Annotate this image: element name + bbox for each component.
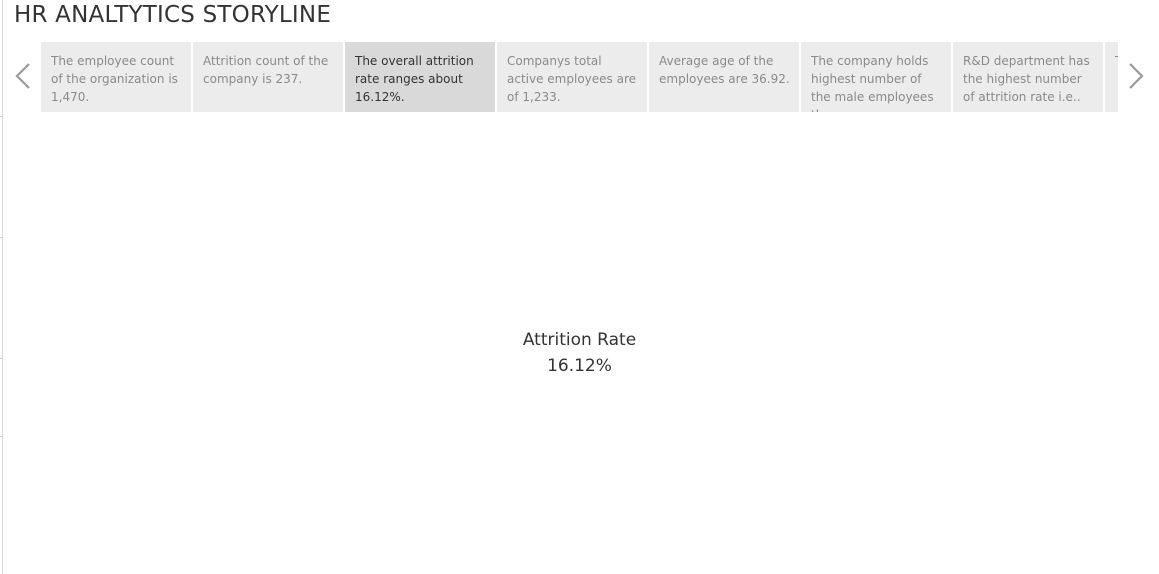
- left-edge-tick: [0, 116, 3, 117]
- story-point-2[interactable]: Attrition count of the company is 237.: [193, 42, 343, 112]
- story-navigator: The employee count of the organization i…: [41, 42, 1118, 112]
- story-point-6[interactable]: The company holds highest number of the …: [801, 42, 951, 112]
- kpi-label: Attrition Rate: [522, 330, 637, 350]
- story-point-5[interactable]: Average age of the employees are 36.92.: [649, 42, 799, 112]
- chevron-left-icon: [15, 63, 30, 89]
- chevron-right-icon: [1129, 63, 1144, 89]
- left-edge-tick: [0, 436, 3, 437]
- story-point-8[interactable]: T e e: [1105, 42, 1118, 112]
- story-page: HR ANALTYTICS STORYLINE The employee cou…: [0, 0, 1159, 574]
- story-point-7[interactable]: R&D department has the highest number of…: [953, 42, 1103, 112]
- kpi-value: 16.12%: [547, 356, 612, 376]
- next-point-button[interactable]: [1122, 58, 1150, 94]
- story-point-1[interactable]: The employee count of the organization i…: [41, 42, 191, 112]
- story-point-4[interactable]: Companys total active employees are of 1…: [497, 42, 647, 112]
- left-edge-tick: [0, 237, 3, 238]
- left-border-divider: [2, 0, 3, 574]
- story-point-3-active[interactable]: The overall attrition rate ranges about …: [345, 42, 495, 112]
- previous-point-button[interactable]: [9, 58, 37, 94]
- story-title: HR ANALTYTICS STORYLINE: [14, 2, 332, 28]
